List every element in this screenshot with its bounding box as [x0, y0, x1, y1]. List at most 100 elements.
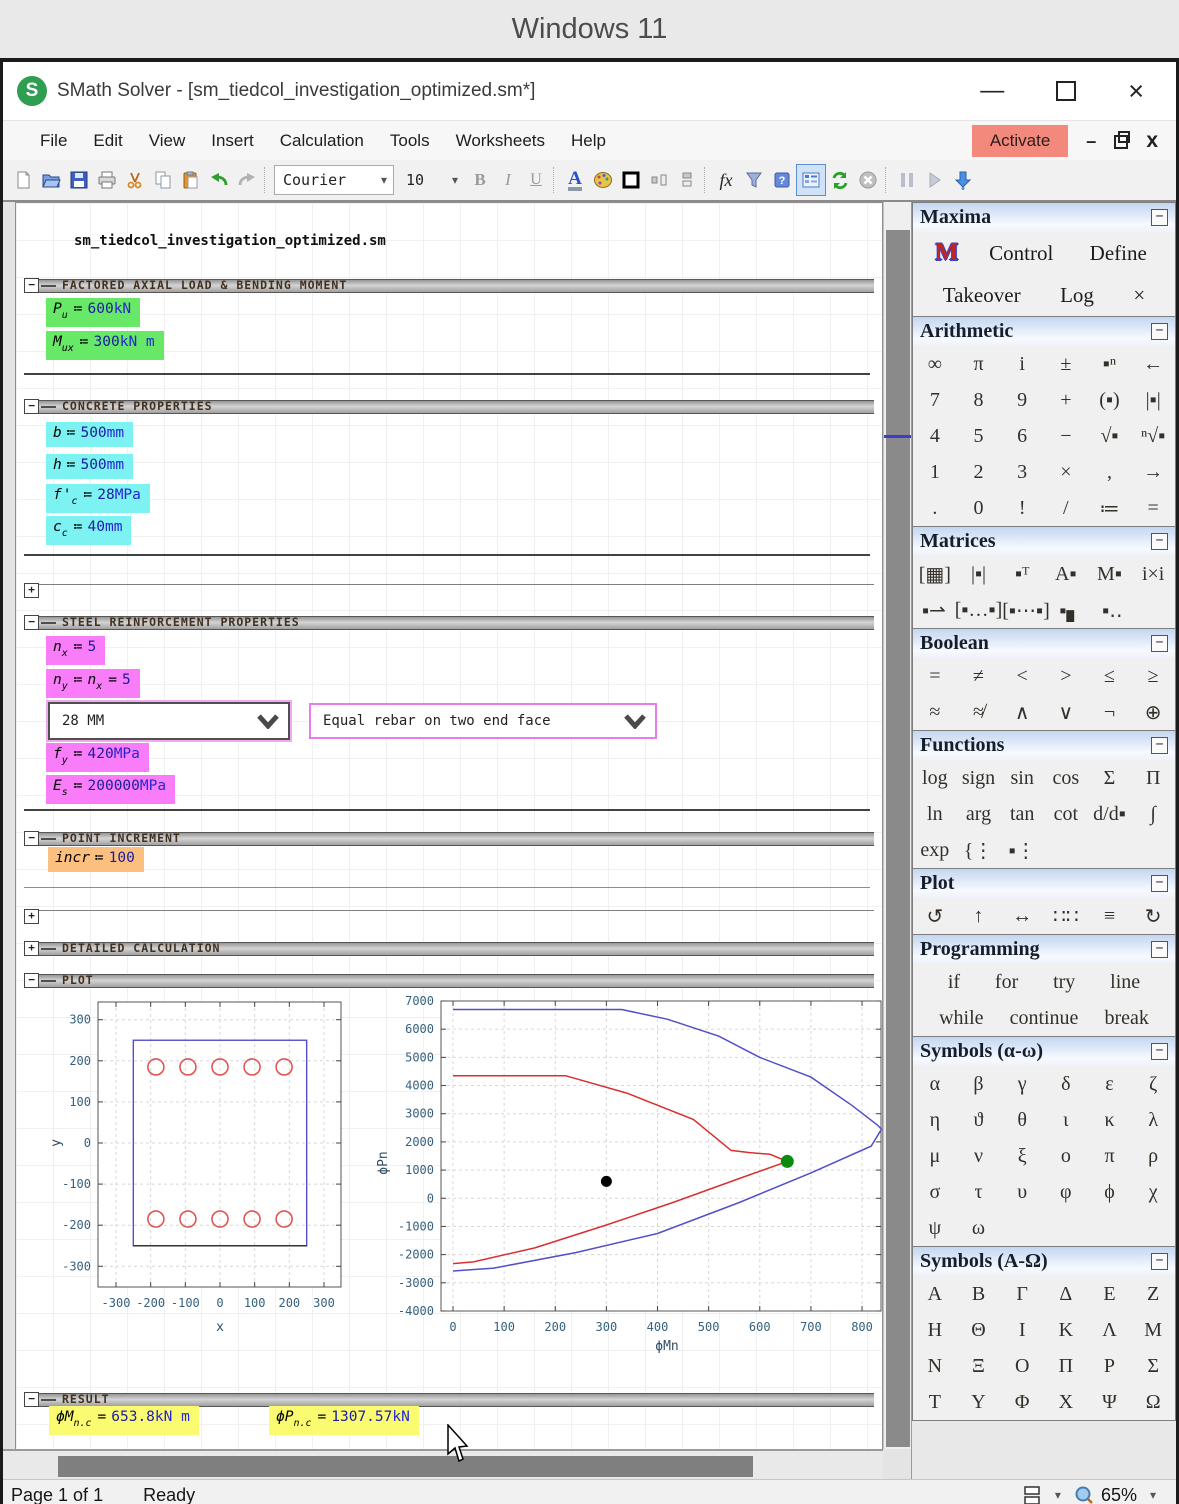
zoom-level[interactable]: 65%	[1101, 1485, 1137, 1504]
palette-button[interactable]: while	[939, 1007, 983, 1030]
palette-button[interactable]: η	[930, 1109, 940, 1132]
vertical-scrollbar[interactable]	[883, 202, 912, 1449]
palette-button[interactable]: π	[973, 353, 983, 376]
palette-button[interactable]: ▪⋮	[1009, 838, 1036, 863]
mdi-minimize-icon[interactable]: –	[1086, 138, 1096, 144]
menu-item[interactable]: Help	[558, 125, 619, 157]
palette-button[interactable]: ≤	[1104, 665, 1115, 688]
palette-button[interactable]: τ	[974, 1181, 982, 1204]
palette-button[interactable]: 4	[930, 425, 940, 448]
palette-button[interactable]: Γ	[1016, 1283, 1028, 1306]
panel-header[interactable]: Functions −	[913, 731, 1175, 760]
palette-button[interactable]: 1	[930, 461, 940, 484]
panel-header[interactable]: Arithmetic −	[913, 317, 1175, 346]
palette-button[interactable]: 8	[973, 389, 983, 412]
palette-button[interactable]: ↻	[1145, 904, 1162, 929]
palette-button[interactable]: π	[1104, 1145, 1114, 1168]
expand-toggle[interactable]: +	[24, 583, 39, 598]
palette-button[interactable]: ϕ	[1104, 1181, 1115, 1204]
palette-button[interactable]: i	[1019, 353, 1025, 376]
collapse-toggle[interactable]: −	[24, 973, 39, 988]
palette-button[interactable]: ln	[927, 803, 943, 826]
redo-button[interactable]	[233, 165, 261, 195]
undo-button[interactable]	[205, 165, 233, 195]
math-region-Es[interactable]: Es≔200000MPa	[46, 775, 175, 804]
palette-button[interactable]: H	[928, 1319, 942, 1342]
panel-header[interactable]: Matrices −	[913, 527, 1175, 556]
palette-button[interactable]: ε	[1105, 1073, 1113, 1096]
math-region-nx[interactable]: nx≔5	[46, 636, 105, 665]
palette-button[interactable]: N	[928, 1355, 942, 1378]
palette-button[interactable]: continue	[1010, 1007, 1079, 1030]
palette-button[interactable]: Ξ	[972, 1355, 985, 1378]
palette-button[interactable]: ↑	[973, 905, 983, 928]
palette-button[interactable]: √▪	[1100, 425, 1118, 448]
palette-button[interactable]: ←	[1143, 353, 1163, 376]
palette-button[interactable]: =	[1148, 497, 1159, 520]
palette-button[interactable]: O	[1015, 1355, 1029, 1378]
palette-button[interactable]: cos	[1052, 767, 1079, 790]
maxima-takeover-button[interactable]: Takeover	[937, 282, 1027, 309]
menu-item[interactable]: Worksheets	[443, 125, 558, 157]
palette-button[interactable]: M	[1144, 1319, 1162, 1342]
palette-button[interactable]: ο	[1061, 1145, 1071, 1168]
palette-button[interactable]: θ	[1017, 1109, 1027, 1132]
step-button[interactable]	[921, 165, 949, 195]
open-button[interactable]	[37, 165, 65, 195]
panel-collapse-icon[interactable]: −	[1151, 635, 1168, 652]
palette-button[interactable]: |▪|	[1146, 389, 1161, 412]
menu-item[interactable]: Tools	[377, 125, 443, 157]
chevron-down-icon[interactable]: ▾	[1049, 1488, 1067, 1502]
palette-button[interactable]: cot	[1054, 803, 1078, 826]
font-size-select[interactable]: 10 ▾	[398, 166, 464, 194]
collapse-toggle[interactable]: −	[24, 831, 39, 846]
palette-button[interactable]: {⋮	[964, 838, 994, 863]
show-sidebar-button[interactable]	[796, 164, 826, 196]
insert-unit-button[interactable]	[740, 165, 768, 195]
palette-button[interactable]: for	[995, 971, 1018, 994]
panel-collapse-icon[interactable]: −	[1151, 875, 1168, 892]
palette-button[interactable]: A	[928, 1283, 942, 1306]
palette-button[interactable]: ∞	[928, 353, 942, 376]
palette-button[interactable]: T	[929, 1391, 941, 1414]
palette-button[interactable]: 7	[930, 389, 940, 412]
palette-button[interactable]: Θ	[971, 1319, 985, 1342]
palette-button[interactable]: E	[1103, 1283, 1115, 1306]
palette-button[interactable]: !	[1019, 497, 1026, 520]
menu-item[interactable]: File	[27, 125, 80, 157]
palette-button[interactable]: Σ	[1147, 1355, 1159, 1378]
palette-button[interactable]: line	[1110, 971, 1140, 994]
panel-header[interactable]: Maxima −	[913, 203, 1175, 232]
pause-button[interactable]	[893, 165, 921, 195]
palette-button[interactable]: ≉	[973, 701, 984, 724]
snippets-button[interactable]	[949, 165, 977, 195]
new-document-button[interactable]	[9, 165, 37, 195]
vertical-scrollbar-thumb[interactable]	[886, 230, 910, 1447]
palette-button[interactable]: μ	[929, 1145, 940, 1168]
palette-button[interactable]: σ	[929, 1181, 940, 1204]
palette-button[interactable]: I	[1019, 1319, 1026, 1342]
palette-button[interactable]: try	[1053, 971, 1075, 994]
palette-button[interactable]: arg	[966, 803, 991, 826]
math-region-h[interactable]: h≔500mm	[46, 454, 133, 479]
math-region-cc[interactable]: cc≔40mm	[46, 516, 131, 545]
italic-button[interactable]: I	[494, 165, 522, 195]
copy-button[interactable]	[149, 165, 177, 195]
palette-button[interactable]: ζ	[1149, 1073, 1157, 1096]
close-icon[interactable]: ×	[1128, 81, 1144, 101]
palette-button[interactable]: 0	[973, 497, 983, 520]
palette-button[interactable]: ≔	[1099, 496, 1119, 521]
palette-button[interactable]: ψ	[929, 1217, 942, 1240]
rebar-size-select[interactable]: 28 MM	[48, 702, 290, 740]
palette-button[interactable]: /	[1063, 497, 1069, 520]
palette-button[interactable]: ⁿ√▪	[1141, 425, 1165, 448]
palette-button[interactable]: ▪ᵀ	[1015, 563, 1029, 586]
horizontal-scrollbar-thumb[interactable]	[58, 1456, 753, 1477]
math-region-phiPnc[interactable]: ϕPn.c=1307.57kN	[269, 1406, 419, 1435]
palette-button[interactable]: β	[973, 1073, 983, 1096]
palette-button[interactable]: 2	[973, 461, 983, 484]
palette-button[interactable]: =	[929, 665, 940, 688]
math-region-Pu[interactable]: Pu≔600kN	[46, 298, 140, 327]
palette-button[interactable]: i×i	[1142, 563, 1164, 586]
menu-item[interactable]: Edit	[80, 125, 135, 157]
